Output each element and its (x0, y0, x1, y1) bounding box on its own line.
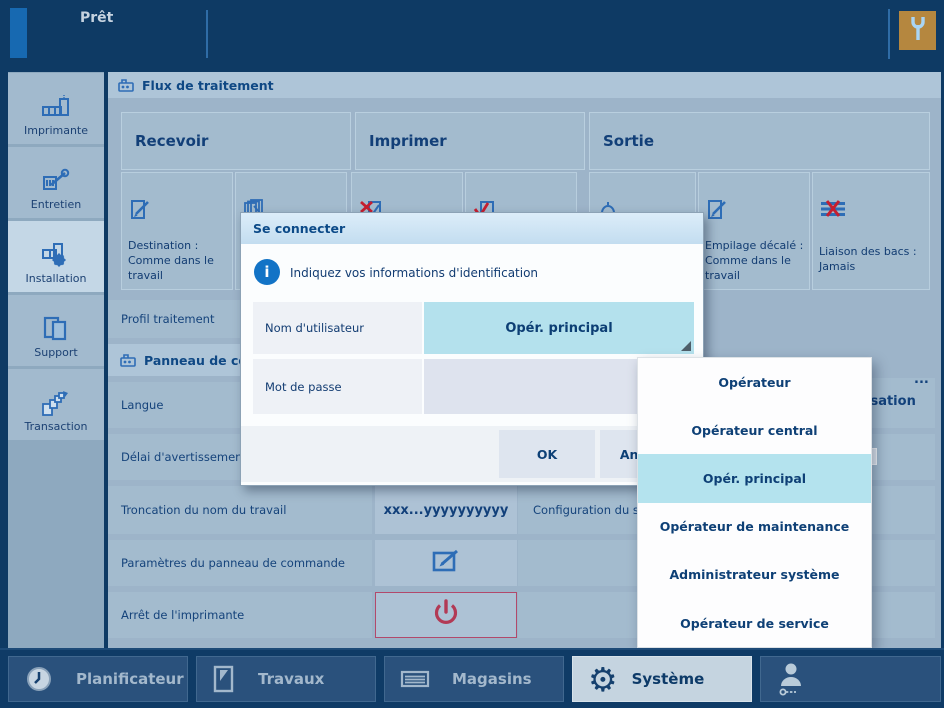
gear-icon: ⚙ (588, 663, 618, 696)
sidebar-item-support[interactable]: Support (8, 295, 104, 366)
tile-label: Liaison des bacs : Jamais (819, 245, 925, 275)
jobs-icon (212, 665, 236, 693)
tile-label: Empilage décalé : Comme dans le travail (705, 239, 805, 284)
tab-user-login[interactable] (760, 656, 941, 702)
section-title: Recevoir (135, 132, 208, 150)
troncation-value: xxx...yyyyyyyyyy (384, 503, 509, 518)
ellipsis-fragment: ... (914, 372, 929, 387)
row-label: Langue (121, 398, 163, 412)
sidebar-item-label: Imprimante (24, 124, 88, 137)
row-label: Troncation du nom du travail (121, 503, 286, 517)
troncation-value-button[interactable]: xxx...yyyyyyyyyy (375, 486, 517, 534)
topbar-divider (206, 10, 208, 58)
partial-label-fragment: isation (866, 394, 916, 409)
dropdown-item-administrateur-systeme[interactable]: Administrateur système (638, 551, 871, 599)
support-icon (42, 316, 70, 342)
sidebar-item-entretien[interactable]: Entretien (8, 147, 104, 218)
row-parametres-panneau[interactable]: Paramètres du panneau de commande (108, 540, 372, 586)
dropdown-item-operateur-central[interactable]: Opérateur central (638, 406, 871, 454)
maintenance-icon (41, 168, 71, 194)
sidebar-item-imprimante[interactable]: Imprimante (8, 73, 104, 144)
shutdown-button[interactable] (375, 592, 517, 638)
tile-liaison-bacs[interactable]: Liaison des bacs : Jamais (812, 172, 930, 290)
row-troncation[interactable]: Troncation du nom du travail (108, 486, 372, 534)
section-title: Imprimer (369, 132, 447, 150)
section-sortie: Sortie (589, 112, 930, 170)
password-label: Mot de passe (265, 380, 342, 394)
clock-icon (24, 664, 54, 694)
section-recevoir: Recevoir (121, 112, 351, 170)
status-accent-bar (10, 8, 27, 58)
row-label: Arrêt de l'imprimante (121, 608, 244, 622)
sidebar-item-installation[interactable]: Installation (8, 221, 104, 292)
tab-label: Système (632, 670, 705, 688)
username-label: Nom d'utilisateur (265, 321, 364, 335)
row-label: Délai d'avertissement (121, 450, 247, 464)
row-arret-imprimante[interactable]: Arrêt de l'imprimante (108, 592, 372, 638)
username-value: Opér. principal (505, 321, 612, 336)
dialog-title: Se connecter (253, 221, 345, 236)
wrench-icon (907, 15, 929, 46)
parametres-edit-button[interactable] (375, 540, 517, 586)
sidebar-item-label: Transaction (25, 420, 88, 433)
dialog-titlebar: Se connecter (241, 213, 703, 244)
dialog-message: Indiquez vos informations d'identificati… (290, 266, 538, 280)
row-label: Profil traitement (121, 312, 214, 326)
dropdown-item-operateur[interactable]: Opérateur (638, 358, 871, 406)
trays-icon (400, 668, 430, 690)
sidebar-item-label: Installation (26, 272, 87, 285)
info-icon: i (254, 259, 280, 285)
row-label: Paramètres du panneau de commande (121, 556, 345, 570)
section-title: Sortie (603, 132, 654, 150)
tab-planificateur[interactable]: Planificateur (8, 656, 188, 702)
sidebar-item-transaction[interactable]: Transaction (8, 369, 104, 440)
dropdown-item-operateur-service[interactable]: Opérateur de service (638, 599, 871, 647)
installation-icon (41, 242, 71, 268)
workflow-header-title: Flux de traitement (142, 78, 274, 93)
tab-magasins[interactable]: Magasins (384, 656, 564, 702)
tab-label: Magasins (452, 670, 532, 688)
user-key-icon (776, 661, 810, 697)
sidebar-item-label: Entretien (31, 198, 81, 211)
dropdown-item-oper-principal[interactable]: Opér. principal (638, 454, 871, 502)
control-panel-icon (120, 353, 136, 368)
tile-empilage[interactable]: Empilage décalé : Comme dans le travail (698, 172, 810, 290)
section-imprimer: Imprimer (355, 112, 585, 170)
tab-label: Travaux (258, 670, 324, 688)
edit-document-icon (706, 199, 728, 225)
tab-systeme[interactable]: ⚙ Système (572, 656, 752, 702)
printer-status-text: Prêt (80, 10, 113, 26)
transaction-icon (41, 390, 71, 416)
dropdown-item-operateur-maintenance[interactable]: Opérateur de maintenance (638, 503, 871, 551)
username-dropdown-field[interactable]: Opér. principal (424, 302, 694, 354)
workflow-icon (118, 78, 134, 93)
password-label-cell: Mot de passe (253, 359, 422, 414)
tile-destination[interactable]: Destination : Comme dans le travail (121, 172, 233, 290)
username-label-cell: Nom d'utilisateur (253, 302, 422, 354)
tab-label: Planificateur (76, 670, 184, 688)
dropdown-corner-icon (681, 341, 691, 351)
edit-icon (432, 549, 460, 577)
printer-icon (41, 94, 71, 120)
tile-label: Destination : Comme dans le travail (128, 239, 228, 284)
tray-link-disabled-icon (820, 199, 846, 223)
power-icon (430, 597, 462, 633)
login-dialog: Se connecter i Indiquez vos informations… (240, 212, 704, 486)
ok-button[interactable]: OK (499, 430, 595, 478)
topbar-divider-right (888, 9, 890, 59)
maintenance-alert-button[interactable] (899, 11, 936, 50)
sidebar-item-label: Support (34, 346, 77, 359)
edit-document-icon (129, 199, 151, 225)
user-dropdown-list: Opérateur Opérateur central Opér. princi… (637, 357, 872, 648)
workflow-section-header: Flux de traitement (108, 72, 941, 98)
printer-control-ui: Prêt Imprimante Entretien Installation S… (0, 0, 944, 708)
tab-travaux[interactable]: Travaux (196, 656, 376, 702)
